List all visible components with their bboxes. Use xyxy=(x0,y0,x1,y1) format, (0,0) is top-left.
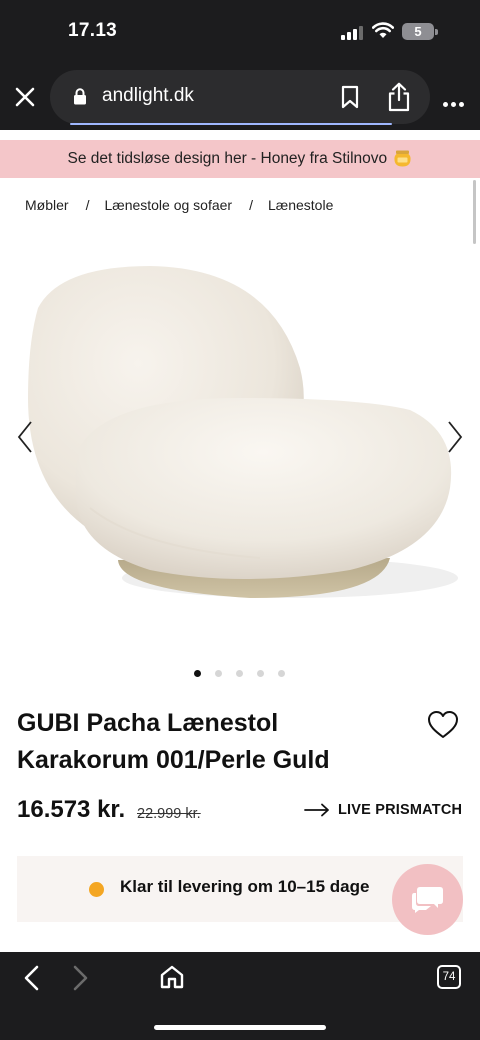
browser-bottom-toolbar: 74 xyxy=(0,952,480,1040)
product-title-line: Karakorum 001/Perle Guld xyxy=(17,746,330,774)
favorite-heart-icon[interactable] xyxy=(427,710,459,739)
chat-button[interactable] xyxy=(392,864,463,935)
product-image-gallery[interactable] xyxy=(0,248,480,648)
breadcrumb-separator: / xyxy=(85,197,90,213)
promo-banner[interactable]: Se det tidsløse design her - Honey fra S… xyxy=(0,140,480,178)
more-icon[interactable] xyxy=(443,94,467,112)
live-prismatch-link[interactable]: LIVE PRISMATCH xyxy=(304,802,462,818)
gallery-dot[interactable] xyxy=(215,670,222,677)
lock-icon xyxy=(74,88,86,105)
honey-jar-icon xyxy=(394,150,412,167)
wifi-icon xyxy=(372,22,394,38)
share-icon[interactable] xyxy=(387,82,411,112)
address-field[interactable]: andlight.dk xyxy=(50,70,430,124)
gallery-dot[interactable] xyxy=(236,670,243,677)
bookmark-icon[interactable] xyxy=(340,85,360,109)
breadcrumb-item-mobler[interactable]: Møbler xyxy=(25,197,69,213)
breadcrumb: Møbler / Lænestole og sofaer / Lænestole xyxy=(25,197,333,213)
status-time: 17.13 xyxy=(68,20,118,41)
home-indicator[interactable] xyxy=(154,1025,326,1030)
back-icon[interactable] xyxy=(22,964,42,992)
cellular-signal-icon xyxy=(341,26,363,40)
product-title-line: GUBI Pacha Lænestol xyxy=(17,709,279,737)
delivery-status-dot xyxy=(89,882,104,897)
product-title: GUBI Pacha Lænestol Karakorum 001/Perle … xyxy=(17,705,417,779)
previous-image-arrow-icon[interactable] xyxy=(16,420,34,454)
old-price: 22.999 kr. xyxy=(137,806,201,822)
status-bar: 17.13 5 xyxy=(0,0,480,64)
browser-url-bar: andlight.dk xyxy=(0,64,480,130)
breadcrumb-separator: / xyxy=(249,197,253,213)
current-price: 16.573 kr. xyxy=(17,796,126,823)
chat-bubble-icon xyxy=(412,887,443,913)
delivery-status-text: Klar til levering om 10–15 dage xyxy=(120,877,370,896)
prismatch-label: LIVE PRISMATCH xyxy=(338,802,463,818)
product-image-chair xyxy=(28,266,458,598)
url-text: andlight.dk xyxy=(102,85,194,106)
gallery-dot[interactable] xyxy=(257,670,264,677)
breadcrumb-item-laenestole[interactable]: Lænestole xyxy=(268,197,333,213)
close-icon[interactable] xyxy=(12,84,38,110)
page-load-indicator xyxy=(70,123,392,125)
battery-tip xyxy=(435,29,438,35)
gallery-dot[interactable] xyxy=(278,670,285,677)
promo-text: Se det tidsløse design her - Honey fra S… xyxy=(67,150,388,167)
gallery-pagination xyxy=(194,670,299,677)
home-icon[interactable] xyxy=(159,964,185,990)
forward-icon[interactable] xyxy=(70,964,90,992)
breadcrumb-item-laenestole-og-sofaer[interactable]: Lænestole og sofaer xyxy=(104,197,232,213)
next-image-arrow-icon[interactable] xyxy=(446,420,464,454)
page-scrollbar[interactable] xyxy=(473,180,476,244)
tabs-icon[interactable]: 74 xyxy=(437,965,461,989)
battery-icon: 5 xyxy=(402,23,434,40)
arrow-right-icon xyxy=(304,803,329,817)
gallery-dot-active[interactable] xyxy=(194,670,201,677)
